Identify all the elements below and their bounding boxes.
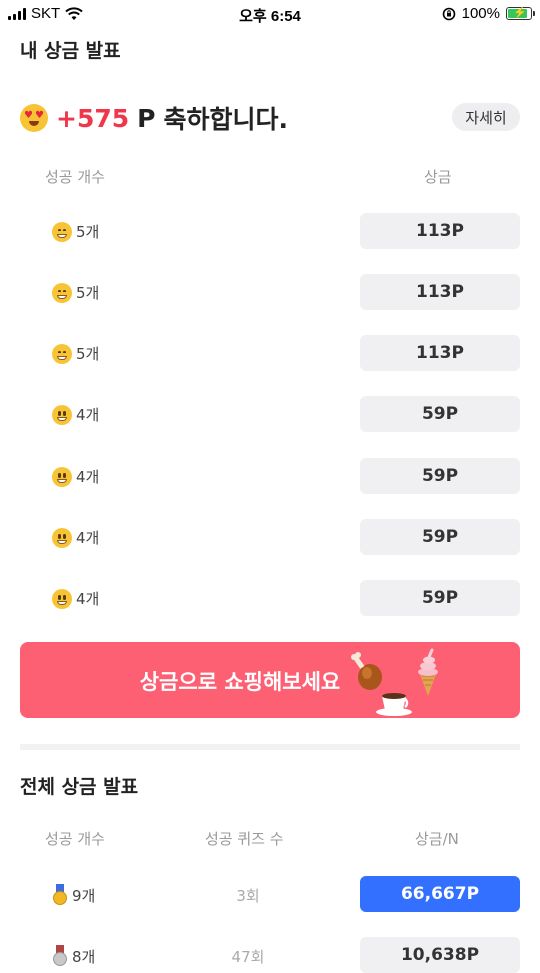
success-count: 9개 [72,886,96,905]
prize-value: 113P [360,213,520,249]
detail-button[interactable]: 자세히 [452,103,520,131]
success-count: 4개 [76,406,100,424]
col-header-prize-per-n: 상금/N [415,830,459,848]
status-bar: SKT 오후 6:54 100% ⚡ [0,0,540,28]
congrats-line: ♥ ♥ +575 P 축하합니다. [20,100,288,136]
quiz-count: 47회 [231,948,265,966]
success-count: 5개 [76,223,100,241]
my-prize-row: 4개 59P [20,396,520,432]
my-prize-row: 4개 59P [20,580,520,616]
col-header-prize: 상금 [424,168,452,186]
my-prize-row: 4개 59P [20,458,520,494]
my-prize-row: 5개 113P [20,213,520,249]
prize-amount: +575 [56,103,130,133]
shop-banner[interactable]: 상금으로 쇼핑해보세요 [20,642,520,718]
prize-value: 59P [360,519,520,555]
smiley-face-icon [52,527,72,548]
prize-value: 59P [360,580,520,616]
orientation-lock-icon [442,7,455,20]
success-count: 4개 [76,468,100,486]
quiz-count: 3회 [236,887,260,905]
all-prize-row: 9개 3회 66,667P [20,876,520,912]
grinning-face-icon [52,343,72,364]
smiley-face-icon [52,588,72,609]
prize-unit: P [137,103,156,133]
drumstick-icon [351,652,382,690]
success-count: 5개 [76,284,100,302]
battery-percent: 100% [461,5,500,22]
col-header-count: 성공 개수 [45,168,105,186]
smiley-face-icon [52,466,72,487]
prize-value: 66,667P [360,876,520,912]
success-count: 4개 [76,529,100,547]
col-header-count: 성공 개수 [45,830,105,848]
heart-eyes-face-icon: ♥ ♥ [20,104,48,132]
all-prize-title: 전체 상금 발표 [20,776,139,798]
my-prize-row: 5개 113P [20,274,520,310]
success-count: 4개 [76,590,100,608]
grinning-face-icon [52,282,72,303]
prize-value: 113P [360,274,520,310]
prize-value: 10,638P [360,937,520,973]
prize-value: 59P [360,458,520,494]
my-prize-title: 내 상금 발표 [20,40,121,62]
my-prize-row: 4개 59P [20,519,520,555]
prize-value: 59P [360,396,520,432]
col-header-quiz: 성공 퀴즈 수 [205,830,284,848]
smiley-face-icon [52,404,72,425]
gold-medal-icon [52,884,68,906]
grinning-face-icon [52,221,72,242]
congrats-message: 축하합니다. [163,105,288,134]
success-count: 8개 [72,947,96,966]
all-prize-row: 8개 47회 10,638P [20,937,520,973]
battery-icon: ⚡ [506,7,535,20]
section-divider [20,744,520,750]
my-prize-row: 5개 113P [20,335,520,371]
silver-medal-icon [52,945,68,967]
prize-value: 113P [360,335,520,371]
success-count: 5개 [76,345,100,363]
coffee-cup-icon [376,693,412,716]
